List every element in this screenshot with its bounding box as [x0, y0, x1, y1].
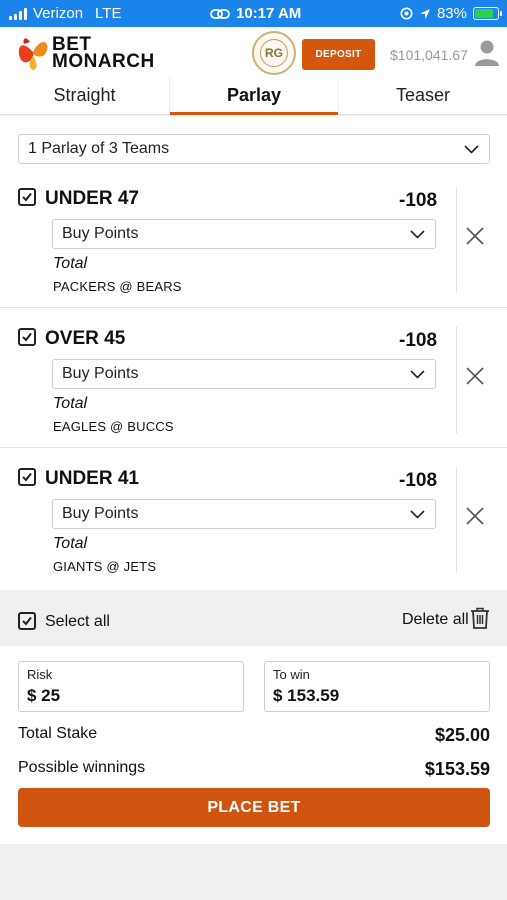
possible-winnings-label: Possible winnings	[18, 759, 146, 776]
risk-value: $ 25	[27, 686, 61, 705]
buy-points-value: Buy Points	[62, 365, 139, 382]
bet-type-tabs: Straight Parlay Teaser	[0, 77, 507, 115]
bet-leg: OVER 45 -108 Buy Points Total EAGLES @ B…	[0, 322, 507, 462]
checkmark-icon	[22, 332, 32, 342]
delete-all-button[interactable]: Delete all	[402, 611, 469, 629]
checkmark-icon	[22, 616, 32, 626]
brand-name-line2: MONARCH	[52, 51, 155, 72]
account-balance: $101,041.67	[390, 47, 468, 63]
divider	[456, 466, 457, 574]
close-icon[interactable]	[463, 504, 487, 528]
chevron-down-icon	[410, 229, 425, 239]
deposit-button[interactable]: DEPOSIT	[302, 39, 375, 70]
place-bet-button[interactable]: PLACE BET	[18, 788, 490, 827]
risk-field[interactable]: Risk $ 25	[18, 661, 244, 712]
leg-checkbox[interactable]	[18, 188, 36, 206]
leg-matchup: GIANTS @ JETS	[53, 559, 157, 574]
leg-odds: -108	[399, 190, 438, 211]
user-icon[interactable]	[474, 39, 500, 67]
battery-icon	[473, 7, 502, 20]
brand-logo[interactable]: BET MONARCH	[16, 32, 176, 72]
clock: 10:17 AM	[236, 5, 302, 22]
betslip-card: 1 Parlay of 3 Teams UNDER 47 -108 Buy Po…	[0, 116, 507, 590]
possible-winnings-value: $153.59	[424, 759, 490, 779]
checkmark-icon	[22, 192, 32, 202]
leg-checkbox[interactable]	[18, 328, 36, 346]
rg-badge-label: RG	[260, 39, 288, 67]
select-all-label[interactable]: Select all	[45, 613, 110, 631]
leg-matchup: EAGLES @ BUCCS	[53, 419, 174, 434]
buy-points-value: Buy Points	[62, 225, 139, 242]
signal-icon	[9, 7, 27, 20]
select-all-checkbox[interactable]	[18, 612, 36, 630]
divider	[456, 186, 457, 294]
buy-points-select[interactable]: Buy Points	[52, 499, 436, 529]
buy-points-value: Buy Points	[62, 505, 139, 522]
leg-market: Total	[53, 255, 88, 272]
chevron-down-icon	[464, 144, 479, 154]
app-header: BET MONARCH RG DEPOSIT $101,041.67	[0, 27, 507, 77]
close-icon[interactable]	[463, 364, 487, 388]
total-stake-value: $25.00	[434, 725, 490, 745]
risk-label: Risk	[27, 667, 53, 682]
status-bar: Verizon LTE 10:17 AM 83%	[0, 0, 507, 27]
buy-points-select[interactable]: Buy Points	[52, 359, 436, 389]
monarch-logo-icon	[18, 38, 48, 70]
total-stake-row: Total Stake $25.00	[18, 725, 490, 745]
buy-points-select[interactable]: Buy Points	[52, 219, 436, 249]
chevron-down-icon	[410, 369, 425, 379]
leg-selection: UNDER 47	[45, 188, 139, 209]
parlay-type-value: 1 Parlay of 3 Teams	[28, 140, 170, 157]
to-win-field[interactable]: To win $ 153.59	[264, 661, 490, 712]
leg-market: Total	[53, 535, 88, 552]
leg-odds: -108	[399, 330, 438, 351]
leg-market: Total	[53, 395, 88, 412]
sync-icon	[210, 8, 230, 19]
leg-selection: OVER 45	[45, 328, 126, 349]
divider	[456, 326, 457, 434]
battery-percent: 83%	[436, 5, 467, 22]
leg-matchup: PACKERS @ BEARS	[53, 279, 182, 294]
carrier-label: Verizon	[33, 5, 84, 22]
checkmark-icon	[22, 472, 32, 482]
to-win-value: $ 153.59	[273, 686, 340, 705]
tab-straight[interactable]: Straight	[0, 77, 169, 114]
bet-leg: UNDER 47 -108 Buy Points Total PACKERS @…	[0, 182, 507, 322]
responsible-gaming-badge[interactable]: RG	[252, 31, 296, 75]
tab-teaser[interactable]: Teaser	[338, 77, 507, 114]
close-icon[interactable]	[463, 224, 487, 248]
total-stake-label: Total Stake	[18, 725, 98, 742]
trash-icon[interactable]	[470, 607, 490, 629]
stake-panel: Risk $ 25 To win $ 153.59 Total Stake $2…	[0, 646, 507, 844]
to-win-label: To win	[273, 667, 310, 682]
divider	[0, 307, 507, 308]
alarm-icon	[400, 7, 413, 20]
divider	[0, 447, 507, 448]
chevron-down-icon	[410, 509, 425, 519]
leg-checkbox[interactable]	[18, 468, 36, 486]
network-label: LTE	[95, 5, 122, 22]
parlay-type-select[interactable]: 1 Parlay of 3 Teams	[18, 134, 490, 164]
tab-parlay[interactable]: Parlay	[169, 77, 338, 115]
bulk-actions-bar: Select all Delete all	[0, 594, 507, 644]
possible-winnings-row: Possible winnings $153.59	[18, 759, 490, 779]
location-icon	[419, 8, 430, 19]
leg-odds: -108	[399, 470, 438, 491]
leg-selection: UNDER 41	[45, 468, 139, 489]
bet-leg: UNDER 41 -108 Buy Points Total GIANTS @ …	[0, 462, 507, 602]
